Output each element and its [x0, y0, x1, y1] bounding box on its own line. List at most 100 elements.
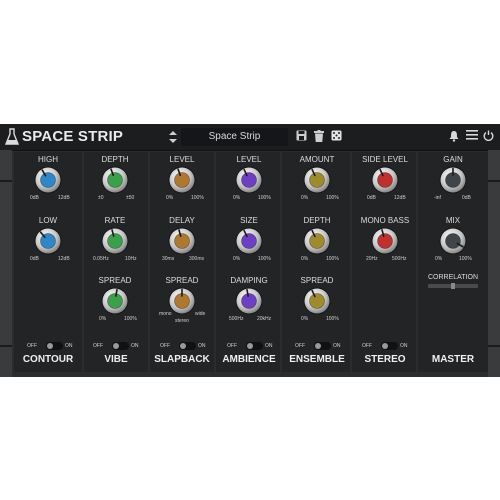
mono-bass-max: 500Hz — [392, 256, 407, 262]
high-knob[interactable] — [34, 166, 62, 194]
vibe-depth-min: ±0 — [98, 195, 104, 201]
left-rail — [0, 150, 12, 377]
high-max: 12dB — [58, 195, 70, 201]
menu-icon[interactable] — [466, 130, 478, 140]
mix-min: 0% — [435, 256, 443, 262]
ensemble-depth-label: DEPTH — [303, 216, 331, 225]
mono-bass-knob[interactable] — [371, 227, 399, 255]
contour-toggle-on: ON — [65, 343, 73, 349]
side-level-label: SIDE LEVEL — [362, 155, 408, 164]
gain-min: -inf — [434, 195, 441, 201]
ensemble-depth-min: 0% — [301, 256, 309, 262]
correlation-label: CORRELATION — [427, 274, 479, 281]
vibe-spread-knob[interactable] — [101, 287, 129, 315]
ensemble-toggle-off: OFF — [295, 343, 305, 349]
ensemble-amount-label: AMOUNT — [299, 155, 335, 164]
side-level-max: 12dB — [394, 195, 406, 201]
ambience-level-min: 0% — [233, 195, 241, 201]
low-label: LOW — [38, 216, 58, 225]
flask-icon — [5, 128, 19, 145]
slapback-spread-label: SPREAD — [165, 276, 199, 285]
vibe-spread-min: 0% — [99, 316, 107, 322]
ambience-damping-max: 20kHz — [257, 316, 272, 322]
ensemble-spread-min: 0% — [301, 316, 309, 322]
slapback-level-min: 0% — [166, 195, 174, 201]
title-bar: SPACE STRIP Space Strip — [0, 124, 500, 151]
ensemble-depth-knob[interactable] — [303, 227, 331, 255]
slapback-level-max: 100% — [191, 195, 204, 201]
vibe-spread-max: 100% — [124, 316, 137, 322]
plugin-window: SPACE STRIP Space Strip HIGH 0dB 12dB LO… — [0, 124, 500, 377]
correlation-indicator — [451, 283, 455, 289]
slapback-spread-mid: stereo — [175, 318, 189, 324]
gain-label: GAIN — [443, 155, 463, 164]
vibe-spread-label: SPREAD — [98, 276, 132, 285]
app-title: SPACE STRIP — [22, 128, 124, 145]
low-min: 0dB — [30, 256, 39, 262]
slapback-toggle-on: ON — [198, 343, 206, 349]
high-label: HIGH — [38, 155, 58, 164]
vibe-toggle-on: ON — [131, 343, 139, 349]
vibe-rate-min: 0.05Hz — [93, 256, 109, 262]
stereo-title: STEREO — [364, 354, 406, 365]
power-icon[interactable] — [483, 130, 494, 141]
vibe-rate-knob[interactable] — [101, 227, 129, 255]
vibe-toggle-off: OFF — [93, 343, 103, 349]
slapback-delay-label: DELAY — [169, 216, 195, 225]
dice-icon[interactable] — [331, 130, 342, 141]
stereo-toggle-off: OFF — [362, 343, 372, 349]
right-rail — [488, 150, 500, 377]
slapback-delay-knob[interactable] — [168, 227, 196, 255]
mono-bass-label: MONO BASS — [360, 216, 410, 225]
ambience-size-label: SIZE — [240, 216, 258, 225]
mix-max: 100% — [459, 256, 472, 262]
side-level-knob[interactable] — [371, 166, 399, 194]
ambience-title: AMBIENCE — [222, 354, 276, 365]
ambience-size-min: 0% — [233, 256, 241, 262]
mono-bass-min: 20Hz — [366, 256, 378, 262]
ensemble-amount-knob[interactable] — [303, 166, 331, 194]
contour-toggle-off: OFF — [27, 343, 37, 349]
ambience-level-knob[interactable] — [235, 166, 263, 194]
mix-knob[interactable] — [439, 227, 467, 255]
bell-icon[interactable] — [449, 130, 459, 142]
trash-icon[interactable] — [314, 130, 324, 142]
slapback-delay-min: 30ms — [162, 256, 175, 262]
ambience-level-max: 100% — [258, 195, 271, 201]
slapback-level-label: LEVEL — [169, 155, 195, 164]
ambience-level-label: LEVEL — [236, 155, 262, 164]
ambience-size-max: 100% — [258, 256, 271, 262]
mix-label: MIX — [445, 216, 461, 225]
vibe-rate-label: RATE — [104, 216, 126, 225]
ensemble-amount-min: 0% — [301, 195, 309, 201]
slapback-toggle-off: OFF — [160, 343, 170, 349]
master-title: MASTER — [431, 354, 475, 365]
ensemble-spread-label: SPREAD — [300, 276, 334, 285]
slapback-level-knob[interactable] — [168, 166, 196, 194]
slapback-spread-knob[interactable] — [168, 287, 196, 315]
ensemble-spread-max: 100% — [326, 316, 339, 322]
vibe-rate-max: 10Hz — [125, 256, 137, 262]
ensemble-spread-knob[interactable] — [303, 287, 331, 315]
gain-knob[interactable] — [439, 166, 467, 194]
stereo-toggle-on: ON — [400, 343, 408, 349]
slapback-spread-min: mono — [159, 311, 172, 317]
slapback-delay-max: 300ms — [189, 256, 205, 262]
ambience-toggle-on: ON — [265, 343, 273, 349]
vibe-depth-max: ±50 — [126, 195, 135, 201]
ambience-size-knob[interactable] — [235, 227, 263, 255]
high-min: 0dB — [30, 195, 39, 201]
ambience-damping-min: 500Hz — [229, 316, 244, 322]
vibe-depth-knob[interactable] — [101, 166, 129, 194]
slapback-title: SLAPBACK — [154, 354, 210, 365]
preset-selector[interactable]: Space Strip — [181, 128, 288, 146]
ensemble-depth-max: 100% — [326, 256, 339, 262]
low-knob[interactable] — [34, 227, 62, 255]
ambience-damping-knob[interactable] — [235, 287, 263, 315]
preset-arrows-icon[interactable] — [168, 130, 178, 144]
ambience-damping-label: DAMPING — [230, 276, 268, 285]
slapback-spread-max: wide — [195, 311, 206, 317]
ensemble-title: ENSEMBLE — [289, 354, 345, 365]
ambience-toggle-off: OFF — [227, 343, 237, 349]
save-icon[interactable] — [296, 130, 307, 141]
